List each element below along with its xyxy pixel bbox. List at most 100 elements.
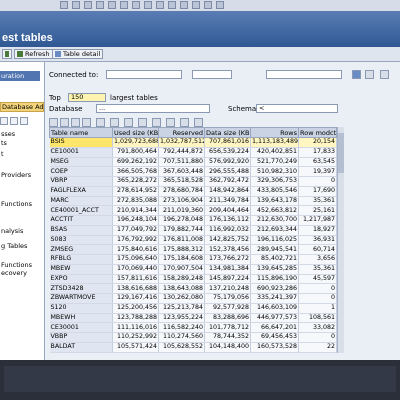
table-cell-value[interactable]: 142,825,752 [204, 235, 251, 246]
connected-to-field-3[interactable] [266, 70, 342, 79]
table-cell-name[interactable]: ZTSD3428 [49, 283, 113, 294]
table-cell-value[interactable]: 25,161 [298, 205, 337, 216]
table-row[interactable]: VBBP 110,252,992 110,274,560 78,744,352 69,4… [49, 332, 337, 343]
table-cell-value[interactable]: 175,096,640 [112, 254, 159, 265]
table-cell-value[interactable]: 176,811,008 [158, 235, 205, 246]
table-row[interactable]: VBRP 365,228,272 365,518,528 362,792,472 329… [49, 176, 337, 187]
table-cell-name[interactable]: ZMSEG [49, 244, 113, 255]
table-row[interactable]: MSEG 699,262,192 707,511,880 576,992,920 521… [49, 157, 337, 168]
table-cell-value[interactable]: 18,927 [298, 225, 337, 236]
table-cell-value[interactable]: 17,833 [298, 147, 337, 158]
table-row[interactable]: S083 176,792,992 176,811,008 142,825,752 196… [49, 235, 337, 246]
table-cell-value[interactable]: 335,241,397 [250, 293, 299, 304]
table-row[interactable]: BSAS 177,049,792 179,882,744 116,992,032 212… [49, 225, 337, 236]
sum-icon[interactable] [71, 118, 80, 127]
table-row[interactable]: CE10001 791,800,464 792,444,872 656,539,224… [49, 147, 337, 158]
table-cell-value[interactable]: 211,019,360 [158, 205, 205, 216]
nav-item[interactable]: sses [1, 130, 15, 138]
table-cell-value[interactable]: 78,744,352 [204, 332, 251, 343]
table-cell-value[interactable]: 1,217,987 [298, 215, 337, 226]
table-cell-name[interactable]: BSIS [49, 137, 113, 148]
table-cell-name[interactable]: CE10001 [49, 147, 113, 158]
table-row[interactable]: ACCTIT 196,248,104 196,278,048 176,136,112 2… [49, 215, 337, 226]
table-cell-value[interactable]: 433,805,546 [250, 186, 299, 197]
table-cell-value[interactable]: 60,714 [298, 244, 337, 255]
vertical-scrollbar[interactable] [337, 127, 344, 353]
table-cell-value[interactable]: 210,914,344 [112, 205, 159, 216]
table-cell-value[interactable]: 158,289,248 [158, 274, 205, 285]
table-cell-value[interactable]: 157,811,616 [112, 274, 159, 285]
table-cell-value[interactable]: 296,555,488 [204, 166, 251, 177]
table-row[interactable]: ZMSEG 175,840,616 175,888,312 152,378,456 28… [49, 244, 337, 255]
shortcut-icon[interactable] [192, 1, 200, 9]
table-cell-value[interactable]: 362,792,472 [204, 176, 251, 187]
table-cell-value[interactable]: 138,616,688 [112, 283, 159, 294]
table-cell-value[interactable]: 196,248,104 [112, 215, 159, 226]
table-cell-value[interactable]: 196,278,048 [158, 215, 205, 226]
table-cell-value[interactable]: 148,942,864 [204, 186, 251, 197]
find-icon[interactable] [108, 1, 116, 9]
table-cell-value[interactable]: 212,693,344 [250, 225, 299, 236]
table-cell-name[interactable]: FAGLFLEXA [49, 186, 113, 197]
table-cell-value[interactable]: 19,397 [298, 166, 337, 177]
table-row[interactable]: MBEW 170,069,440 170,907,504 134,981,384 139… [49, 264, 337, 275]
table-cell-value[interactable]: 176,792,992 [112, 235, 159, 246]
next-page-icon[interactable] [156, 1, 164, 9]
dropdown-icon[interactable] [352, 70, 361, 79]
exit-icon[interactable] [72, 1, 80, 9]
nav-database-admin[interactable]: Database Ad [0, 102, 44, 112]
column-header-used-size[interactable]: Used size (KB) [112, 127, 159, 138]
table-row[interactable]: ZTSD3428 138,616,688 138,643,088 137,210,24… [49, 283, 337, 294]
table-row[interactable]: MBEWH 123,788,288 123,955,224 83,288,696 446… [49, 313, 337, 324]
table-cell-value[interactable]: 175,888,312 [158, 244, 205, 255]
scrollbar-thumb[interactable] [338, 133, 344, 173]
table-cell-value[interactable]: 452,663,812 [250, 205, 299, 216]
table-cell-value[interactable]: 365,228,272 [112, 176, 159, 187]
table-cell-value[interactable]: 366,505,768 [112, 166, 159, 177]
connected-to-field-2[interactable] [192, 70, 232, 79]
table-cell-value[interactable]: 278,680,784 [158, 186, 205, 197]
column-header-rows[interactable]: Rows [250, 127, 299, 138]
table-cell-value[interactable]: 3,656 [298, 254, 337, 265]
table-cell-value[interactable]: 22 [298, 342, 337, 353]
table-cell-name[interactable]: BALDAT [49, 342, 113, 353]
print-icon[interactable] [124, 118, 133, 127]
expand-icon[interactable] [0, 117, 8, 125]
table-cell-value[interactable]: 699,262,192 [112, 157, 159, 168]
column-header-data-size[interactable]: Data size (KB) [204, 127, 251, 138]
table-cell-value[interactable]: 175,184,608 [158, 254, 205, 265]
table-row[interactable]: RFBLG 175,096,640 175,184,608 173,766,272 85… [49, 254, 337, 265]
table-cell-value[interactable]: 175,840,616 [112, 244, 159, 255]
table-cell-value[interactable]: 116,582,240 [158, 322, 205, 333]
sort-icon[interactable] [60, 118, 69, 127]
table-cell-value[interactable]: 365,518,528 [158, 176, 205, 187]
nav-item[interactable]: nalysis [1, 227, 23, 235]
layout-icon[interactable] [216, 1, 224, 9]
table-cell-value[interactable]: 179,882,744 [158, 225, 205, 236]
table-cell-name[interactable]: VBBP [49, 332, 113, 343]
table-cell-value[interactable]: 792,444,872 [158, 147, 205, 158]
table-cell-value[interactable]: 104,148,400 [204, 342, 251, 353]
table-cell-name[interactable]: MARC [49, 196, 113, 207]
table-cell-name[interactable]: VBRP [49, 176, 113, 187]
table-cell-value[interactable]: 152,378,456 [204, 244, 251, 255]
table-cell-value[interactable]: 110,274,560 [158, 332, 205, 343]
table-cell-value[interactable]: 116,992,032 [204, 225, 251, 236]
table-cell-value[interactable]: 177,049,792 [112, 225, 159, 236]
first-page-icon[interactable] [132, 1, 140, 9]
table-cell-value[interactable]: 139,643,178 [250, 196, 299, 207]
nav-item[interactable]: Functions [1, 200, 32, 208]
table-cell-value[interactable]: 105,628,552 [158, 342, 205, 353]
table-cell-value[interactable]: 139,645,285 [250, 264, 299, 275]
column-header-row-modctr[interactable]: Row modctr [298, 127, 337, 138]
table-cell-value[interactable]: 209,404,464 [204, 205, 251, 216]
table-cell-value[interactable]: 272,835,088 [112, 196, 159, 207]
table-cell-value[interactable]: 130,262,080 [158, 293, 205, 304]
help-icon[interactable] [204, 1, 212, 9]
table-cell-value[interactable]: 45,597 [298, 274, 337, 285]
table-cell-name[interactable]: MBEWH [49, 313, 113, 324]
table-cell-value[interactable]: 656,539,224 [204, 147, 251, 158]
table-cell-value[interactable]: 278,614,952 [112, 186, 159, 197]
table-row[interactable]: COEP 366,505,768 367,603,448 296,555,488 510… [49, 166, 337, 177]
table-cell-value[interactable]: 35,361 [298, 264, 337, 275]
